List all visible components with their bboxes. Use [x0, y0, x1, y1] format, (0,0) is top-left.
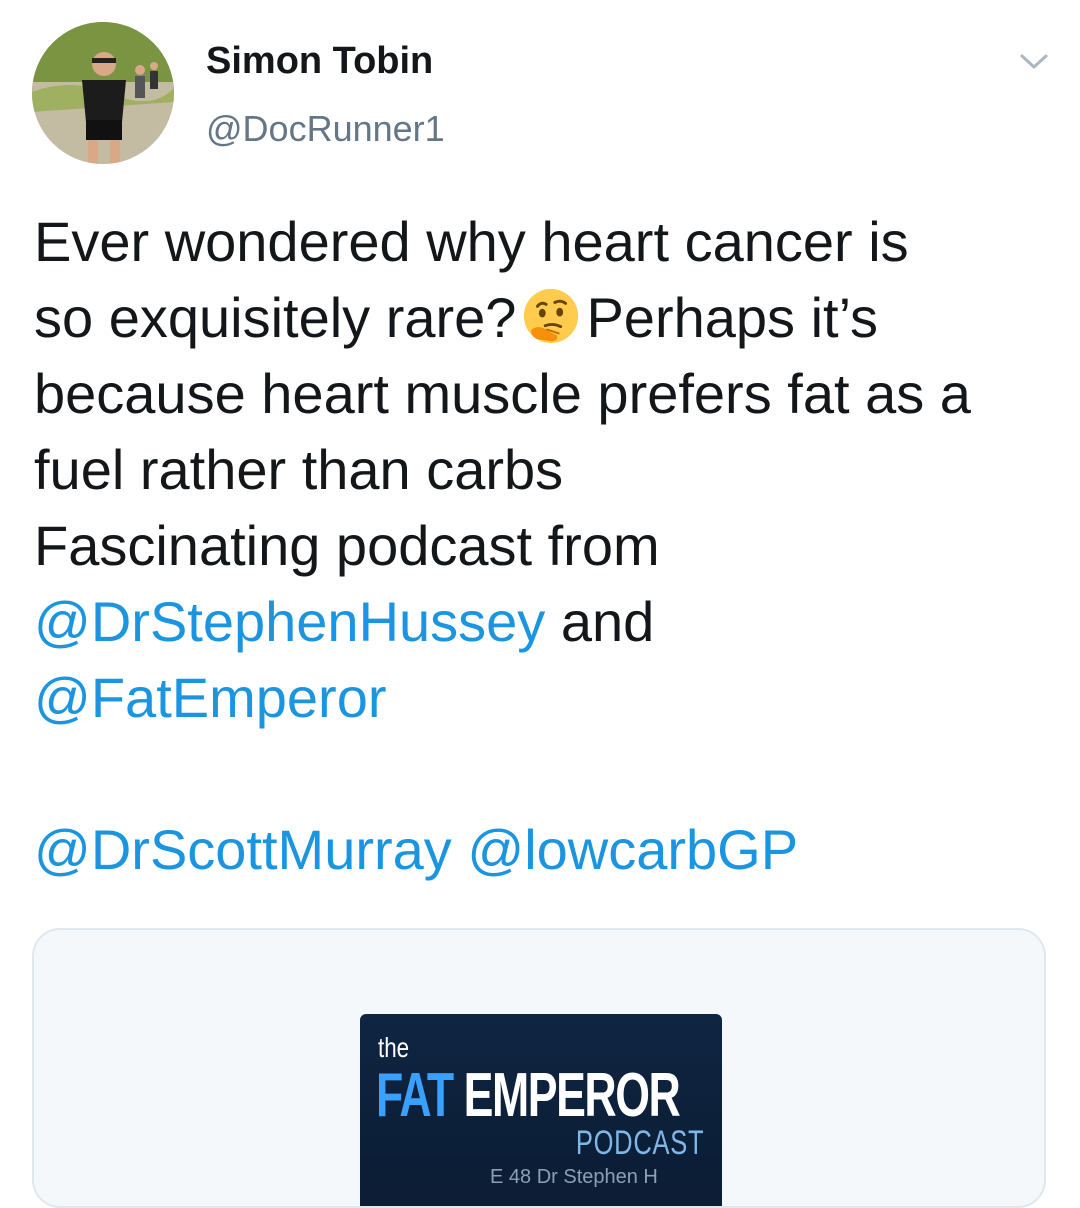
mention-link[interactable]: @DrStephenHussey — [34, 590, 545, 653]
tweet-text-segment: and — [560, 590, 655, 653]
tweet-line: @FatEmperor — [34, 660, 1054, 736]
mention-link[interactable]: @FatEmperor — [34, 666, 387, 729]
mention-link[interactable]: @DrScottMurray — [34, 818, 452, 881]
tweet-line: @DrScottMurray @lowcarbGP — [34, 812, 1054, 888]
podcast-art-fat: FAT — [376, 1061, 454, 1130]
tweet: Simon Tobin @DocRunner1 Ever wondered wh… — [0, 0, 1080, 1208]
link-card[interactable]: the FAT EMPEROR PODCAST E 48 Dr Stephen … — [32, 928, 1046, 1208]
avatar[interactable] — [32, 22, 174, 164]
tweet-line: Fascinating podcast from — [34, 514, 660, 577]
mention-link[interactable]: @lowcarbGP — [467, 818, 798, 881]
tweet-text: Ever wondered why heart cancer is so exq… — [34, 204, 1054, 888]
tweet-text-segment: Perhaps it’s — [586, 286, 879, 349]
podcast-art-title: FAT EMPEROR — [376, 1060, 681, 1131]
podcast-artwork[interactable]: the FAT EMPEROR PODCAST E 48 Dr Stephen … — [360, 1014, 722, 1206]
podcast-art-footer: E 48 Dr Stephen H — [490, 1166, 658, 1188]
tweet-text-segment: so exquisitely rare? — [34, 286, 517, 349]
avatar-photo — [32, 22, 174, 164]
tweet-line: fuel rather than carbs — [34, 438, 564, 501]
podcast-art-subtitle: PODCAST — [575, 1124, 704, 1162]
tweet-line: so exquisitely rare? Perhaps it’s — [34, 280, 1054, 356]
display-name[interactable]: Simon Tobin — [206, 38, 433, 84]
tweet-line: @DrStephenHussey and — [34, 584, 1054, 660]
tweet-line: Ever wondered why heart cancer is — [34, 210, 909, 273]
chevron-down-icon[interactable] — [1014, 44, 1054, 80]
tweet-line: because heart muscle prefers fat as a — [34, 362, 971, 425]
user-handle[interactable]: @DocRunner1 — [206, 106, 445, 152]
thinking-face-emoji — [520, 285, 582, 347]
podcast-art-emperor: EMPEROR — [463, 1061, 681, 1130]
